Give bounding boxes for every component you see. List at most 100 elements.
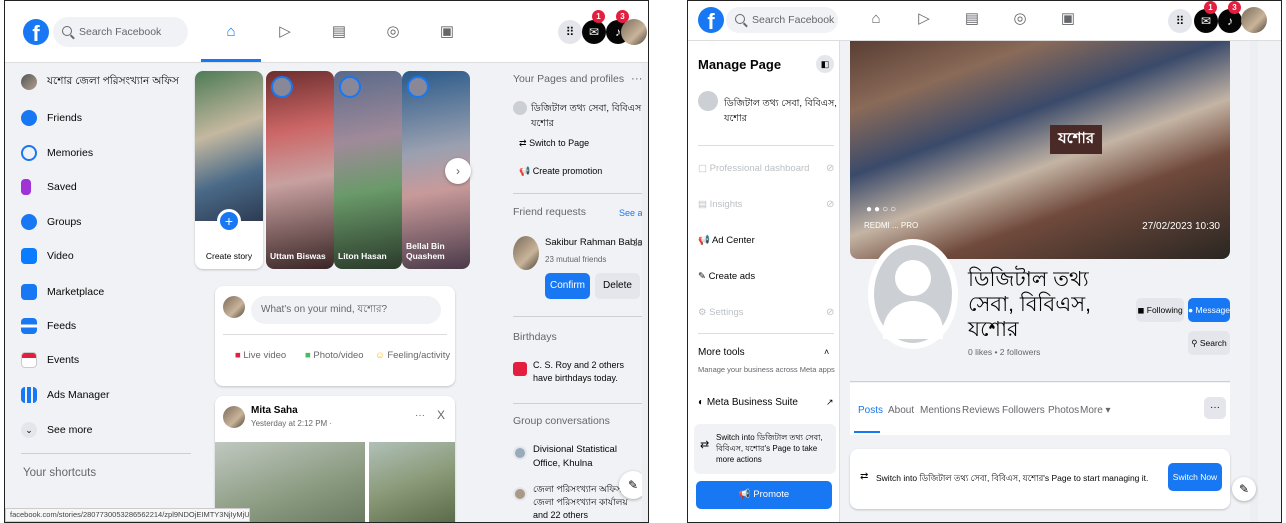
pages-more-icon[interactable]: ··· <box>631 73 643 85</box>
active-tab-indicator <box>854 431 880 433</box>
story-card[interactable]: Liton Hasan <box>334 71 402 269</box>
tab-followers[interactable]: Followers <box>1002 405 1045 416</box>
tab-posts[interactable]: Posts <box>858 405 883 416</box>
divider <box>698 145 834 146</box>
scrollbar[interactable] <box>1250 41 1258 522</box>
birthday-text[interactable]: C. S. Roy and 2 others have birthdays to… <box>533 359 645 385</box>
message-button[interactable]: ● Message <box>1188 298 1230 322</box>
post-time[interactable]: Yesterday at 2:12 PM · <box>251 419 332 428</box>
feeling-activity-button[interactable]: ☺ Feeling/activity <box>375 350 450 361</box>
post-author[interactable]: Mita Saha <box>251 405 298 416</box>
chevron-up-icon[interactable]: ˄ <box>824 347 829 357</box>
status-url-bar: facebook.com/stories/2807730053286562214… <box>5 508 250 522</box>
gaming-icon[interactable]: ▣ <box>1058 9 1078 29</box>
sidebar-item-video[interactable]: Video <box>21 245 74 267</box>
friends-icon <box>21 110 37 126</box>
feeds-icon <box>21 318 37 334</box>
divider <box>850 381 1230 382</box>
switch-bar-text: Switch into ডিজিটাল তথ্য সেবা, বিবিএস, য… <box>876 473 1149 483</box>
live-video-button[interactable]: ■ Live video <box>235 350 286 361</box>
account-avatar[interactable] <box>1241 7 1267 33</box>
scrollbar[interactable] <box>642 63 648 522</box>
stories-next-arrow-icon[interactable]: › <box>445 158 471 184</box>
create-story-label: Create story <box>205 251 253 261</box>
marketplace-icon <box>21 284 37 300</box>
likes-followers[interactable]: 0 likes • 2 followers <box>968 347 1040 357</box>
facebook-logo[interactable]: f <box>23 19 49 45</box>
sidebar-item-marketplace[interactable]: Marketplace <box>21 281 104 303</box>
mutual-friends: 23 mutual friends <box>545 255 607 264</box>
friend-request-time: 3d <box>633 239 642 248</box>
watch-icon[interactable]: ▷ <box>914 9 934 29</box>
marketplace-icon[interactable]: ▤ <box>962 9 982 29</box>
switch-now-button[interactable]: Switch Now <box>1168 463 1222 491</box>
more-tools-subtitle: Manage your business across Meta apps <box>698 365 835 374</box>
meta-business-suite-link[interactable]: ◐ Meta Business Suite <box>698 397 798 408</box>
confirm-button[interactable]: Confirm <box>545 273 590 299</box>
switch-to-page[interactable]: ⇄ Switch to Page <box>519 138 589 149</box>
sidebar-item-friends[interactable]: Friends <box>21 107 82 129</box>
locked-icon: ⊘ <box>826 163 835 174</box>
tab-more[interactable]: More ▾ <box>1080 405 1111 416</box>
page-name[interactable]: ডিজিটাল তথ্য সেবা, বিবিএস, যশোর <box>531 102 648 132</box>
following-button[interactable]: ◼ Following <box>1136 298 1184 322</box>
group-conversation-1[interactable]: Divisional Statistical Office, Khulna <box>533 443 641 471</box>
messenger-icon[interactable]: ✉ <box>582 20 606 44</box>
post-close-icon[interactable]: X <box>437 408 445 422</box>
sidebar-item-ads-manager[interactable]: Ads Manager <box>21 384 109 406</box>
groups-icon[interactable]: ◎ <box>383 22 403 42</box>
sidebar-item-groups[interactable]: Groups <box>21 211 81 233</box>
ad-center-item[interactable]: 📢 Ad Center <box>698 235 755 246</box>
story-card[interactable]: Uttam Biswas <box>266 71 334 269</box>
post-author-avatar[interactable] <box>223 406 245 428</box>
sidebar-item-profile[interactable]: যশোর জেলা পরিসংখ্যান অফিস <box>21 71 179 93</box>
create-ads-item[interactable]: ✎ Create ads <box>698 271 755 282</box>
friend-request-avatar[interactable] <box>513 236 539 270</box>
facebook-logo[interactable]: f <box>698 7 724 33</box>
home-icon[interactable]: ⌂ <box>221 22 241 42</box>
search-page-button[interactable]: ⚲ Search <box>1188 331 1230 355</box>
marketplace-icon[interactable]: ▤ <box>329 22 349 42</box>
tab-photos[interactable]: Photos <box>1048 405 1079 416</box>
groups-icon[interactable]: ◎ <box>1010 9 1030 29</box>
cover-photo[interactable]: যশোর REDMI ... PRO 27/02/2023 10:30 ●●○○ <box>850 41 1230 259</box>
menu-grid-icon[interactable]: ⠿ <box>558 20 582 44</box>
tab-about[interactable]: About <box>888 405 914 416</box>
notifications-badge: 3 <box>1228 1 1241 14</box>
gear-icon: ⚙ <box>698 307 707 318</box>
post-more-icon[interactable]: ··· <box>415 410 425 421</box>
sidebar-item-events[interactable]: Events <box>21 349 79 371</box>
tab-mentions[interactable]: Mentions <box>920 405 961 416</box>
watch-icon[interactable]: ▷ <box>275 22 295 42</box>
gaming-icon[interactable]: ▣ <box>437 22 457 42</box>
account-avatar[interactable] <box>621 19 647 45</box>
megaphone-icon: 📢 <box>698 235 710 246</box>
sidebar-item-saved[interactable]: Saved <box>21 176 77 198</box>
search-input[interactable]: Search Facebook <box>53 17 188 47</box>
menu-grid-icon[interactable]: ⠿ <box>1168 9 1192 33</box>
create-story-card[interactable]: + Create story <box>195 71 263 269</box>
promote-button[interactable]: 📢 Promote <box>696 481 832 509</box>
friend-request-name[interactable]: Sakibur Rahman Babla <box>545 237 643 248</box>
active-tab-indicator <box>201 59 261 62</box>
home-icon[interactable]: ⌂ <box>866 9 886 29</box>
group-avatar <box>513 446 527 460</box>
whats-on-your-mind-input[interactable]: What's on your mind, যশোর? <box>251 296 441 324</box>
new-message-icon[interactable]: ✎ <box>1232 477 1256 501</box>
delete-button[interactable]: Delete <box>595 273 640 299</box>
photo-video-button[interactable]: ■ Photo/video <box>305 350 364 361</box>
default-avatar-body <box>883 301 943 339</box>
sidebar-item-feeds[interactable]: Feeds <box>21 315 76 337</box>
page-name[interactable]: ডিজিটাল তথ্য সেবা, বিবিএস, যশোর <box>724 97 839 127</box>
more-tools-header[interactable]: More tools <box>698 347 745 358</box>
tabs-more-icon[interactable]: ··· <box>1204 397 1226 419</box>
post-photo[interactable] <box>369 442 455 522</box>
collapse-sidebar-icon[interactable]: ◧ <box>816 55 834 73</box>
search-input[interactable]: Search Facebook <box>726 7 838 33</box>
tab-reviews[interactable]: Reviews <box>962 405 1000 416</box>
sidebar-item-memories[interactable]: Memories <box>21 142 93 164</box>
carousel-dots-icon[interactable]: ●●○○ <box>866 204 898 215</box>
profile-picture[interactable] <box>874 245 952 343</box>
create-promotion[interactable]: 📢 Create promotion <box>519 166 602 177</box>
sidebar-item-see-more[interactable]: ⌄ See more <box>21 419 93 441</box>
